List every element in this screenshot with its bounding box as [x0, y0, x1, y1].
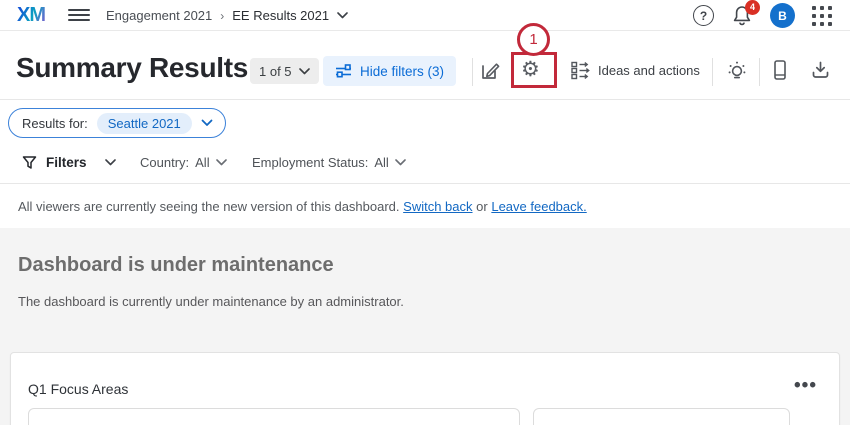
- switch-back-link[interactable]: Switch back: [403, 199, 472, 214]
- maintenance-title: Dashboard is under maintenance: [18, 254, 334, 277]
- app-switcher-icon[interactable]: [812, 6, 832, 26]
- chevron-down-icon: [395, 159, 406, 166]
- xm-logo[interactable]: XM: [17, 4, 45, 27]
- ideas-and-actions-label: Ideas and actions: [598, 63, 700, 78]
- edit-dashboard-button[interactable]: [479, 60, 501, 82]
- page-indicator-label: 1 of 5: [259, 64, 292, 79]
- maintenance-description: The dashboard is currently under mainten…: [18, 294, 404, 309]
- widget-title: Q1 Focus Areas: [28, 381, 128, 397]
- version-notice: All viewers are currently seeing the new…: [18, 199, 587, 214]
- page-title: Summary Results: [16, 52, 248, 84]
- divider: [759, 58, 760, 86]
- annotation-step-marker: 1: [517, 23, 550, 56]
- ideas-and-actions-button[interactable]: Ideas and actions: [571, 55, 700, 85]
- hamburger-menu-icon[interactable]: [68, 9, 90, 22]
- help-icon[interactable]: ?: [693, 5, 714, 26]
- widget-content-box-left[interactable]: [28, 408, 520, 425]
- funnel-filter-icon: [22, 155, 37, 170]
- breadcrumb: Engagement 2021 › EE Results 2021: [106, 0, 348, 31]
- chevron-down-icon: [201, 119, 213, 127]
- divider: [472, 58, 473, 86]
- filters-bar: Filters Country: All Employment Status: …: [0, 141, 850, 184]
- filter-employment-status[interactable]: Employment Status: All: [252, 141, 406, 184]
- chevron-down-icon[interactable]: [337, 12, 348, 19]
- divider: [712, 58, 713, 86]
- hide-filters-label: Hide filters (3): [360, 64, 444, 79]
- top-navigation-bar: XM Engagement 2021 › EE Results 2021 ? 4…: [0, 0, 850, 31]
- ideas-actions-icon: [571, 61, 590, 80]
- help-glyph: ?: [700, 9, 707, 23]
- download-icon: [810, 60, 831, 81]
- widget-options-menu-icon[interactable]: •••: [794, 375, 817, 397]
- export-download-button[interactable]: [810, 60, 831, 81]
- annotation-number: 1: [529, 31, 537, 48]
- mobile-phone-icon: [771, 59, 789, 82]
- annotation-highlight-box: [511, 52, 557, 88]
- filters-label: Filters: [46, 155, 87, 170]
- chevron-down-icon: [216, 159, 227, 166]
- lightbulb-icon: [726, 59, 748, 83]
- filter-country[interactable]: Country: All: [140, 141, 227, 184]
- widget-card-q1-focus-areas: Q1 Focus Areas •••: [10, 352, 840, 425]
- breadcrumb-dashboard[interactable]: EE Results 2021: [232, 8, 329, 23]
- insights-lightbulb-button[interactable]: [726, 59, 748, 83]
- filter-employment-status-label: Employment Status:: [252, 155, 368, 170]
- breadcrumb-separator-icon: ›: [220, 9, 224, 23]
- user-avatar[interactable]: B: [770, 3, 795, 28]
- results-for-label: Results for:: [22, 116, 88, 131]
- filters-toggle[interactable]: Filters: [22, 141, 116, 184]
- chevron-down-icon: [299, 68, 310, 75]
- results-for-value-chip[interactable]: Seattle 2021: [97, 113, 192, 134]
- edit-pencil-icon: [479, 60, 501, 82]
- chevron-down-icon: [105, 159, 116, 166]
- filter-country-label: Country:: [140, 155, 189, 170]
- filter-country-value: All: [195, 155, 209, 170]
- dashboard-screen: XM Engagement 2021 › EE Results 2021 ? 4…: [0, 0, 850, 425]
- notifications-bell-icon[interactable]: 4: [731, 4, 753, 28]
- topbar-right-cluster: ? 4 B: [693, 0, 832, 31]
- leave-feedback-link[interactable]: Leave feedback.: [491, 199, 586, 214]
- version-notice-text: All viewers are currently seeing the new…: [18, 199, 400, 214]
- hide-filters-button[interactable]: Hide filters (3): [323, 56, 456, 86]
- widget-content-box-right[interactable]: [533, 408, 790, 425]
- sliders-icon: [335, 64, 352, 79]
- filter-employment-status-value: All: [374, 155, 388, 170]
- breadcrumb-project[interactable]: Engagement 2021: [106, 8, 212, 23]
- notification-count-badge: 4: [745, 0, 760, 15]
- notice-conjunction: or: [476, 199, 488, 214]
- page-selector-dropdown[interactable]: 1 of 5: [250, 58, 319, 84]
- results-for-selector[interactable]: Results for: Seattle 2021: [8, 108, 226, 138]
- section-divider: [0, 99, 850, 100]
- mobile-preview-button[interactable]: [771, 59, 789, 82]
